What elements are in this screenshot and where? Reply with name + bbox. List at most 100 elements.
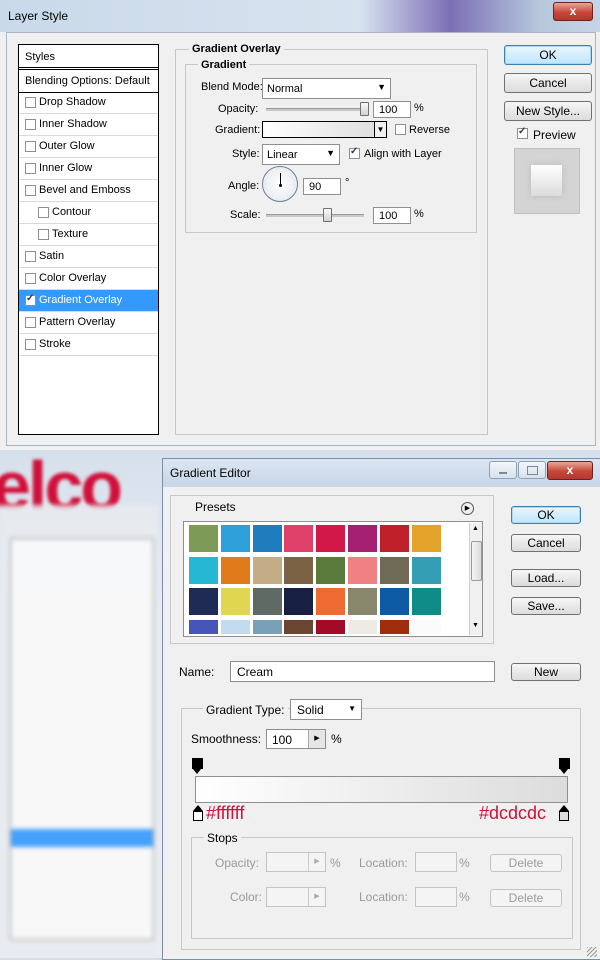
style-item[interactable]: Pattern Overlay	[19, 312, 158, 334]
style-checkbox[interactable]	[25, 163, 36, 174]
preset-swatch[interactable]	[378, 524, 410, 553]
style-item[interactable]: Texture	[19, 224, 158, 246]
scale-input[interactable]: 100	[373, 207, 411, 224]
style-checkbox[interactable]	[25, 273, 36, 284]
resize-grip-icon[interactable]	[587, 947, 597, 957]
style-checkbox[interactable]	[25, 97, 36, 108]
stop-location-input-2[interactable]	[415, 887, 457, 907]
style-select[interactable]: Linear ▼	[262, 144, 340, 165]
presets-scrollbar[interactable]: ▲ ▼	[469, 523, 482, 635]
opacity-slider[interactable]	[266, 108, 364, 111]
preset-swatch[interactable]	[251, 524, 283, 553]
preset-swatch[interactable]	[188, 524, 219, 553]
preset-swatch[interactable]	[347, 555, 378, 585]
style-item[interactable]: Stroke	[19, 334, 158, 356]
preset-swatch[interactable]	[378, 587, 410, 616]
ok-button[interactable]: OK	[511, 506, 581, 524]
preset-swatch[interactable]	[283, 555, 315, 585]
preset-swatch[interactable]	[410, 524, 442, 553]
new-button[interactable]: New	[511, 663, 581, 681]
preset-swatch[interactable]	[283, 587, 315, 616]
save-button[interactable]: Save...	[511, 597, 581, 615]
preset-swatch[interactable]	[315, 587, 347, 616]
stop-color-swatch[interactable]: ▶	[266, 887, 326, 907]
scroll-down-icon[interactable]: ▼	[472, 622, 479, 629]
delete-color-stop-button[interactable]: Delete	[490, 889, 562, 907]
preset-swatch[interactable]	[251, 587, 283, 616]
preset-swatch[interactable]	[378, 618, 410, 635]
style-checkbox[interactable]	[25, 119, 36, 130]
style-checkbox[interactable]	[25, 339, 36, 350]
preset-swatch[interactable]	[251, 618, 283, 635]
scroll-thumb[interactable]	[471, 541, 482, 581]
preset-swatch[interactable]	[347, 587, 378, 616]
opacity-stop-right[interactable]	[559, 758, 570, 769]
stop-color-menu-icon[interactable]: ▶	[308, 888, 325, 906]
scale-slider[interactable]	[266, 214, 364, 217]
preset-swatch[interactable]	[347, 524, 378, 553]
preset-swatch[interactable]	[315, 524, 347, 553]
cancel-button[interactable]: Cancel	[511, 534, 581, 552]
style-item[interactable]: Satin	[19, 246, 158, 268]
name-input[interactable]: Cream	[230, 661, 495, 682]
blend-mode-select[interactable]: Normal ▼	[262, 78, 391, 99]
preset-swatch[interactable]	[283, 524, 315, 553]
preset-swatch[interactable]	[315, 555, 347, 585]
preset-swatch[interactable]	[410, 587, 442, 616]
new-style-button[interactable]: New Style...	[504, 101, 592, 121]
preset-swatch[interactable]	[410, 618, 442, 635]
color-stop-right[interactable]	[559, 811, 569, 821]
stop-opacity-input[interactable]: ▶	[266, 852, 326, 872]
style-checkbox[interactable]	[25, 141, 36, 152]
align-with-layer-checkbox[interactable]	[349, 146, 360, 159]
style-item[interactable]: Outer Glow	[19, 136, 158, 158]
style-checkbox[interactable]	[25, 293, 36, 306]
stop-location-input-1[interactable]	[415, 852, 457, 872]
preset-swatch[interactable]	[219, 524, 251, 553]
angle-dial[interactable]	[262, 166, 298, 202]
scroll-up-icon[interactable]: ▲	[472, 525, 479, 532]
blending-options-item[interactable]: Blending Options: Default	[19, 69, 158, 93]
preset-swatch[interactable]	[283, 618, 315, 635]
close-icon[interactable]: x	[553, 2, 593, 21]
preset-swatch[interactable]	[315, 618, 347, 635]
opacity-input[interactable]: 100	[373, 101, 411, 118]
opacity-stop-left[interactable]	[192, 758, 203, 769]
gradient-preview-bar[interactable]	[195, 776, 568, 803]
style-item[interactable]: Inner Glow	[19, 158, 158, 180]
color-stop-left[interactable]	[193, 811, 203, 821]
maximize-icon[interactable]	[518, 461, 546, 479]
preset-swatch[interactable]	[251, 555, 283, 585]
preview-checkbox[interactable]	[517, 126, 528, 139]
preset-swatch[interactable]	[188, 587, 219, 616]
preset-swatch[interactable]	[347, 618, 378, 635]
preset-swatch[interactable]	[188, 618, 219, 635]
load-button[interactable]: Load...	[511, 569, 581, 587]
ok-button[interactable]: OK	[504, 45, 592, 65]
gradient-type-select[interactable]: Solid ▼	[290, 699, 362, 720]
cancel-button[interactable]: Cancel	[504, 73, 592, 93]
delete-opacity-stop-button[interactable]: Delete	[490, 854, 562, 872]
style-item[interactable]: Color Overlay	[19, 268, 158, 290]
style-item[interactable]: Contour	[19, 202, 158, 224]
scale-slider-thumb[interactable]	[323, 208, 332, 222]
preset-swatch[interactable]	[378, 555, 410, 585]
preset-swatch[interactable]	[219, 618, 251, 635]
preset-swatch[interactable]	[188, 555, 219, 585]
presets-menu-icon[interactable]: ▶	[461, 502, 474, 515]
style-item[interactable]: Inner Shadow	[19, 114, 158, 136]
style-item[interactable]: Bevel and Emboss	[19, 180, 158, 202]
reverse-checkbox[interactable]	[395, 124, 406, 135]
opacity-slider-thumb[interactable]	[360, 102, 369, 116]
style-checkbox[interactable]	[25, 251, 36, 262]
style-checkbox[interactable]	[25, 185, 36, 196]
dropdown-arrow-icon[interactable]: ▼	[374, 122, 386, 137]
close-icon[interactable]: x	[547, 461, 593, 480]
angle-input[interactable]: 90	[303, 178, 341, 195]
stop-opacity-stepper-icon[interactable]: ▶	[308, 853, 325, 871]
minimize-icon[interactable]	[489, 461, 517, 479]
preset-swatch[interactable]	[410, 555, 442, 585]
style-item[interactable]: Gradient Overlay	[19, 290, 158, 312]
style-checkbox[interactable]	[38, 229, 49, 240]
style-checkbox[interactable]	[25, 317, 36, 328]
